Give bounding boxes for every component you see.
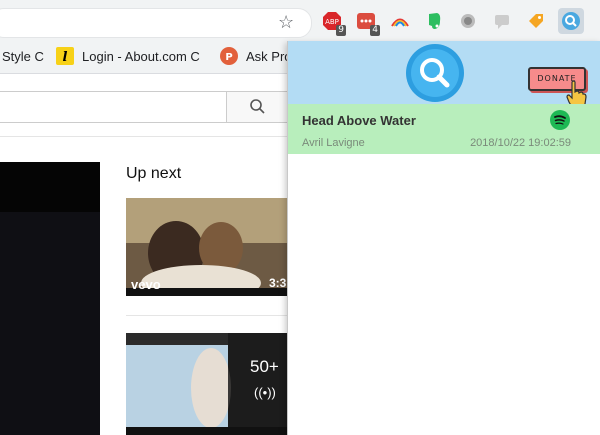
video-player-top	[0, 162, 100, 212]
spotify-icon[interactable]	[550, 110, 570, 130]
list-separator	[126, 315, 296, 316]
up-next-heading: Up next	[126, 165, 182, 182]
search-button[interactable]	[226, 91, 290, 123]
evernote-extension-icon[interactable]	[424, 11, 444, 31]
song-title: Head Above Water	[302, 113, 416, 128]
adblock-badge: 9	[336, 25, 346, 36]
playlist-broadcast-icon: ((•))	[254, 385, 276, 400]
song-timestamp: 2018/10/22 19:02:59	[470, 137, 571, 149]
search-input[interactable]	[0, 91, 237, 123]
about-com-icon: l	[56, 47, 74, 65]
rainbow-extension-icon[interactable]	[390, 11, 410, 31]
magnifier-logo-icon	[406, 44, 464, 102]
todoist-badge: 4	[370, 25, 380, 36]
tag-extension-icon[interactable]	[526, 11, 546, 31]
bookmark-ask-pro[interactable]: Ask Pro	[246, 49, 292, 64]
bookmark-style[interactable]: Style C	[2, 49, 44, 64]
svg-text:l: l	[63, 50, 68, 65]
popup-header: DONATE	[288, 41, 600, 108]
gray-circle-extension-icon[interactable]	[458, 11, 478, 31]
song-artist: Avril Lavigne	[302, 137, 365, 149]
song-finder-popup: DONATE Head Above Water Avril Lavigne 20…	[287, 41, 600, 435]
song-finder-extension-icon[interactable]	[558, 8, 584, 34]
search-icon	[250, 99, 265, 114]
svg-text:P: P	[225, 52, 232, 63]
bookmark-star-icon[interactable]: ☆	[278, 12, 294, 32]
ask-pro-icon: P	[220, 47, 238, 65]
vevo-logo: vevo	[131, 277, 161, 292]
address-bar[interactable]	[0, 8, 312, 38]
browser-toolbar: ☆ ABP 9 4	[0, 0, 600, 41]
playlist-thumbnail[interactable]: 50+ ((•))	[126, 333, 296, 435]
video-thumbnail[interactable]: vevo 3:3	[126, 198, 296, 296]
adblock-extension-icon[interactable]: ABP 9	[322, 11, 346, 36]
todoist-extension-icon[interactable]: 4	[356, 11, 380, 36]
bookmark-login-about[interactable]: Login - About.com C	[82, 49, 200, 64]
chat-extension-icon[interactable]	[492, 11, 512, 31]
video-duration: 3:3	[269, 276, 287, 290]
header-divider	[0, 136, 290, 137]
playlist-count: 50+	[250, 357, 279, 376]
song-result-row[interactable]: Head Above Water Avril Lavigne 2018/10/2…	[288, 104, 600, 154]
